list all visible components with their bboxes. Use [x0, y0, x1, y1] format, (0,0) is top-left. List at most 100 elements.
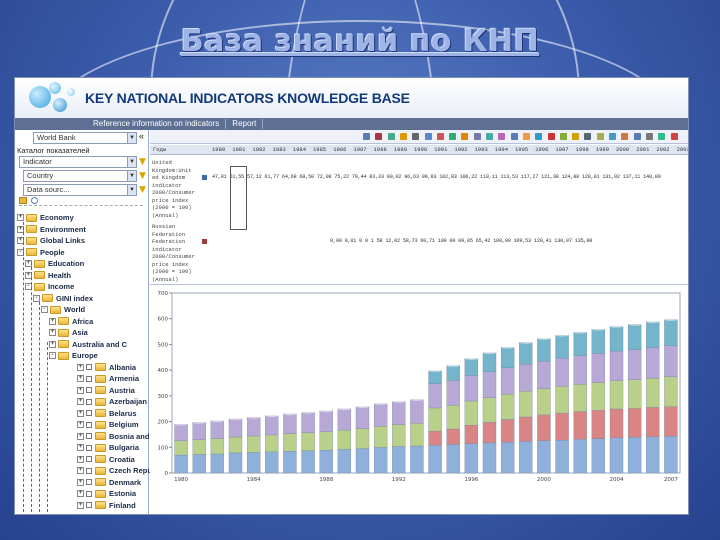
tree-item[interactable]: + Environment — [17, 224, 86, 235]
grid-year-header[interactable]: 1982 — [252, 146, 265, 153]
toolbar-icon[interactable] — [461, 133, 469, 140]
grid-year-header[interactable]: 1998 — [576, 146, 589, 153]
tree-item[interactable]: - People — [17, 247, 65, 258]
chevron-down-icon[interactable]: ▼ — [127, 133, 136, 143]
checkbox[interactable] — [86, 456, 92, 462]
toolbar-icon[interactable] — [596, 133, 604, 140]
datasource-filter[interactable]: Data sourc... ▼ — [23, 184, 137, 196]
expand-icon[interactable]: + — [77, 375, 84, 382]
filter-icon[interactable]: ▼ — [139, 186, 148, 195]
toolbar-icon[interactable] — [473, 133, 481, 140]
grid-year-header[interactable]: 1987 — [353, 146, 366, 153]
toolbar-icon[interactable] — [449, 133, 457, 140]
grid-year-header[interactable]: 1981 — [232, 146, 245, 153]
grid-year-header[interactable]: 1996 — [535, 146, 548, 153]
toolbar-icon[interactable] — [584, 133, 592, 140]
grid-year-header[interactable]: 1984 — [293, 146, 306, 153]
expand-icon[interactable]: + — [77, 409, 84, 417]
toolbar-icon[interactable] — [486, 133, 493, 140]
tree-item[interactable]: + Bosnia and — [77, 431, 149, 442]
grid-year-header[interactable]: 2002 — [656, 146, 669, 153]
collapse-icon[interactable]: - — [33, 294, 40, 302]
grid-year-header[interactable]: 2001 — [636, 146, 649, 153]
menu-report[interactable]: Report — [226, 119, 264, 129]
toolbar-icon[interactable] — [363, 133, 370, 140]
tree-item[interactable]: + Estonia — [77, 488, 136, 499]
tree-item[interactable]: + Belarus — [77, 408, 137, 419]
grid-year-header[interactable]: 1999 — [596, 146, 609, 153]
tree-item[interactable]: + Australia and C — [49, 339, 127, 350]
grid-year-header[interactable]: 1990 — [414, 146, 427, 153]
expand-icon[interactable]: + — [77, 444, 84, 451]
folder-icon[interactable] — [19, 197, 27, 204]
tree-item[interactable]: + Czech Repu — [77, 465, 152, 476]
country-filter[interactable]: Country ▼ — [23, 170, 137, 182]
tree-item[interactable]: + Africa — [49, 316, 93, 327]
expand-icon[interactable]: + — [77, 386, 84, 394]
expand-icon[interactable]: + — [77, 432, 84, 440]
expand-icon[interactable]: + — [77, 398, 84, 405]
toolbar-icon[interactable] — [522, 133, 530, 140]
tree-item[interactable]: + Azerbaijan — [77, 396, 147, 407]
collapse-sidebar-icon[interactable]: « — [139, 131, 144, 141]
toolbar-icon[interactable] — [510, 133, 518, 140]
expand-icon[interactable]: + — [77, 467, 84, 474]
toolbar-icon[interactable] — [387, 133, 395, 140]
expand-icon[interactable]: + — [17, 214, 24, 221]
tree-item[interactable]: - Europe — [49, 350, 98, 361]
toolbar-icon[interactable] — [633, 133, 641, 140]
tree-item[interactable]: + Asia — [49, 327, 88, 338]
filter-icon[interactable]: ▼ — [139, 172, 148, 181]
tree-item[interactable]: + Croatia — [77, 454, 135, 465]
toolbar-icon[interactable] — [375, 133, 383, 140]
toolbar-icon[interactable] — [399, 133, 407, 140]
toolbar-icon[interactable] — [436, 133, 444, 140]
grid-year-header[interactable]: 2000 — [616, 146, 629, 153]
chevron-down-icon[interactable]: ▼ — [127, 171, 136, 181]
grid-year-header[interactable]: 1994 — [495, 146, 508, 153]
collapse-icon[interactable]: - — [49, 352, 56, 359]
toolbar-icon[interactable] — [547, 133, 555, 140]
tree-item[interactable]: + Austria — [77, 385, 135, 396]
tree-item[interactable]: + Denmark — [77, 477, 141, 488]
expand-icon[interactable]: + — [77, 478, 84, 486]
toolbar-icon[interactable] — [645, 133, 653, 140]
tree-item[interactable]: + Belgium — [77, 419, 139, 430]
expand-icon[interactable]: + — [77, 363, 84, 371]
checkbox[interactable] — [86, 490, 92, 497]
collapse-icon[interactable]: - — [41, 306, 48, 313]
checkbox[interactable] — [86, 433, 92, 439]
toolbar-icon[interactable] — [621, 133, 629, 140]
tree-item[interactable]: + Education — [25, 258, 84, 269]
expand-icon[interactable]: + — [49, 329, 56, 336]
tree-item[interactable]: - GINI index — [33, 293, 93, 304]
checkbox[interactable] — [86, 421, 92, 428]
checkbox[interactable] — [86, 467, 92, 474]
toolbar-icon[interactable] — [658, 133, 666, 140]
refresh-icon[interactable] — [31, 197, 38, 204]
grid-year-header[interactable]: 1985 — [313, 146, 326, 153]
chevron-down-icon[interactable]: ▼ — [127, 157, 136, 167]
toolbar-icon[interactable] — [559, 133, 567, 140]
expand-icon[interactable]: + — [77, 501, 84, 509]
grid-year-header[interactable]: 1989 — [394, 146, 407, 153]
checkbox[interactable] — [86, 444, 92, 451]
grid-year-header[interactable]: 2003 — [677, 146, 688, 153]
expand-icon[interactable]: + — [77, 421, 84, 428]
expand-icon[interactable]: + — [49, 340, 56, 348]
expand-icon[interactable]: + — [77, 455, 84, 463]
tree-item[interactable]: + Global Links — [17, 235, 85, 246]
grid-year-header[interactable]: 1992 — [454, 146, 467, 153]
source-select[interactable]: World Bank ▼ — [33, 132, 137, 144]
toolbar-icon[interactable] — [572, 133, 580, 140]
grid-year-header[interactable]: 1997 — [555, 146, 568, 153]
expand-icon[interactable]: + — [49, 317, 56, 325]
toolbar-icon[interactable] — [535, 133, 543, 140]
tree-item[interactable]: + Bulgaria — [77, 442, 139, 453]
toolbar-icon[interactable] — [609, 133, 616, 140]
filter-icon[interactable]: ▼ — [139, 158, 148, 167]
checkbox[interactable] — [86, 502, 92, 508]
checkbox[interactable] — [86, 410, 92, 416]
toolbar-icon[interactable] — [670, 133, 678, 140]
tree-item[interactable]: - World — [41, 304, 85, 315]
